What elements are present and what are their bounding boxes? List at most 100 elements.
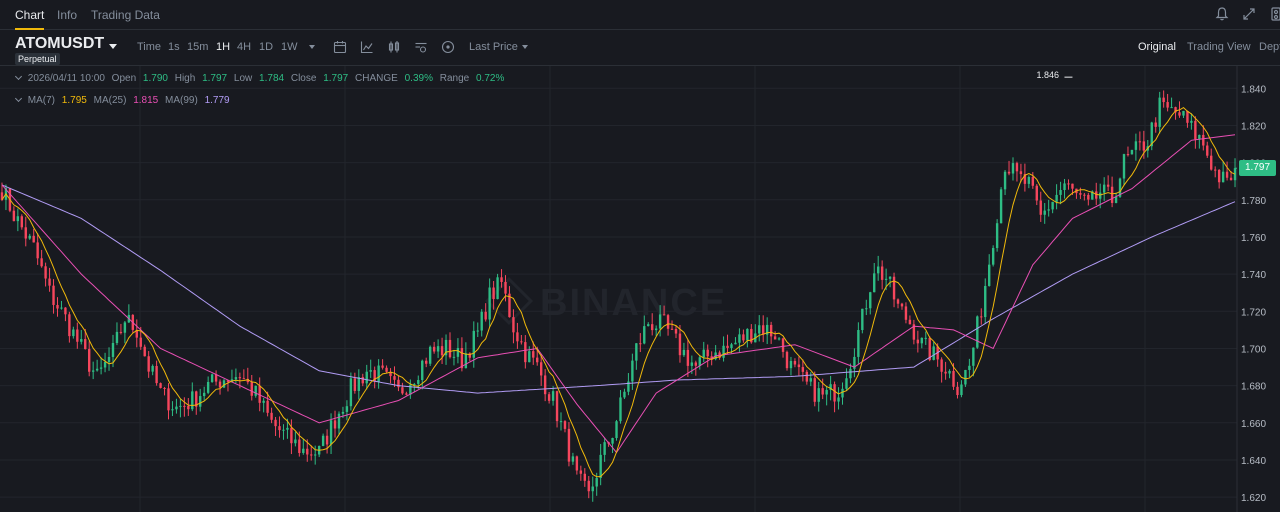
candle-body <box>1003 171 1007 190</box>
candle-body <box>32 235 35 243</box>
interval-4h[interactable]: 4H <box>237 41 251 53</box>
ma25-value: 1.815 <box>133 95 159 106</box>
interval-1d[interactable]: 1D <box>259 41 273 53</box>
candle-body <box>524 342 527 363</box>
candle-body <box>873 273 876 293</box>
candle-body <box>56 304 59 309</box>
candle-body <box>405 393 408 395</box>
candle-body <box>682 349 686 356</box>
bell-icon[interactable] <box>1214 6 1230 22</box>
candle-body <box>512 317 515 333</box>
candle-body <box>837 397 840 402</box>
candle-body <box>591 486 594 492</box>
candle-body <box>99 367 103 369</box>
view-original[interactable]: Original <box>1138 41 1176 53</box>
candle-body <box>103 361 107 368</box>
change-value: 0.39% <box>404 73 433 84</box>
candle-body <box>72 329 75 337</box>
candle-body <box>599 454 602 478</box>
high-value: 1.797 <box>202 73 228 84</box>
candle-body <box>1134 141 1138 150</box>
candle-body <box>1221 171 1225 183</box>
candle-body <box>738 334 741 343</box>
time-label[interactable]: Time <box>137 41 161 53</box>
candle-body <box>742 334 745 341</box>
layout-icon[interactable] <box>1268 6 1280 22</box>
candle-body <box>199 396 202 407</box>
interval-1s[interactable]: 1s <box>168 41 180 53</box>
candle-body <box>1142 141 1146 151</box>
candle-body <box>325 435 329 445</box>
settings-icon[interactable] <box>414 40 428 54</box>
calendar-icon[interactable] <box>333 40 347 54</box>
view-depth[interactable]: Depth <box>1259 41 1280 53</box>
candle-body <box>976 316 979 348</box>
interval-15m[interactable]: 15m <box>187 41 208 53</box>
candle-type-icon[interactable] <box>387 40 401 54</box>
candle-body <box>163 387 166 389</box>
candle-body <box>1043 210 1046 215</box>
candle-body <box>658 314 662 329</box>
candle-body <box>1019 171 1023 175</box>
symbol-name[interactable]: ATOMUSDT <box>15 35 104 53</box>
tab-trading-data[interactable]: Trading Data <box>91 8 160 22</box>
tab-chart[interactable]: Chart <box>15 8 45 30</box>
candle-body <box>559 421 563 423</box>
candle-body <box>781 338 785 352</box>
collapse-chevron-icon[interactable] <box>14 72 23 81</box>
price-tick-label: 1.680 <box>1241 382 1266 393</box>
view-trading-view[interactable]: Trading View <box>1187 41 1251 53</box>
candle-body <box>191 391 194 410</box>
candle-body <box>151 365 154 372</box>
candle-body <box>1170 107 1173 109</box>
candle-body <box>337 413 341 429</box>
candle-body <box>1138 141 1142 143</box>
interval-more-dropdown[interactable] <box>305 41 315 53</box>
range-value: 0.72% <box>476 73 505 84</box>
ma7-label: MA(7) <box>27 95 56 106</box>
candle-body <box>333 420 337 429</box>
symbol-dropdown-icon[interactable] <box>109 44 117 49</box>
candle-body <box>60 307 63 309</box>
candle-body <box>857 330 860 357</box>
candle-body <box>769 324 773 337</box>
candle-body <box>916 339 920 344</box>
candle-body <box>900 303 904 307</box>
candle-body <box>385 367 388 372</box>
candle-body <box>115 331 119 343</box>
interval-1w[interactable]: 1W <box>281 41 298 53</box>
collapse-chevron-icon[interactable] <box>14 94 23 103</box>
candle-body <box>1130 149 1134 155</box>
candle-body <box>52 285 55 305</box>
candle-body <box>417 380 420 384</box>
tab-info[interactable]: Info <box>57 8 77 22</box>
candle-body <box>329 420 333 445</box>
candle-body <box>413 383 416 385</box>
ohlc-date: 2026/04/11 10:00 <box>27 73 105 84</box>
candle-body <box>702 349 705 358</box>
candle-body <box>421 360 424 381</box>
indicator-icon[interactable] <box>360 40 374 54</box>
high-marker-label: 1.846 <box>1036 70 1059 81</box>
candlestick-chart[interactable]: 1.8401.8201.8001.7801.7601.7401.7201.700… <box>0 66 1280 512</box>
candle-body <box>302 448 305 453</box>
candle-body <box>36 242 39 259</box>
price-type-dropdown[interactable]: Last Price <box>469 41 528 53</box>
candle-body <box>1015 163 1019 172</box>
candle-body <box>1106 184 1110 187</box>
chart-area[interactable]: BINANCE 1.8401.8201.8001.7801.7601.7401.… <box>0 66 1280 512</box>
candle-body <box>1063 183 1066 191</box>
candle-body <box>532 351 535 358</box>
candle-body <box>694 362 698 366</box>
add-icon[interactable] <box>441 40 455 54</box>
candle-body <box>833 384 836 402</box>
expand-icon[interactable] <box>1241 6 1257 22</box>
candle-body <box>294 439 297 444</box>
candle-body <box>869 292 872 309</box>
candle-body <box>575 456 579 471</box>
ma7-value: 1.795 <box>61 95 87 106</box>
candle-body <box>563 421 567 429</box>
candle-body <box>1083 194 1086 196</box>
interval-1h[interactable]: 1H <box>216 41 230 53</box>
candle-body <box>1067 183 1070 185</box>
